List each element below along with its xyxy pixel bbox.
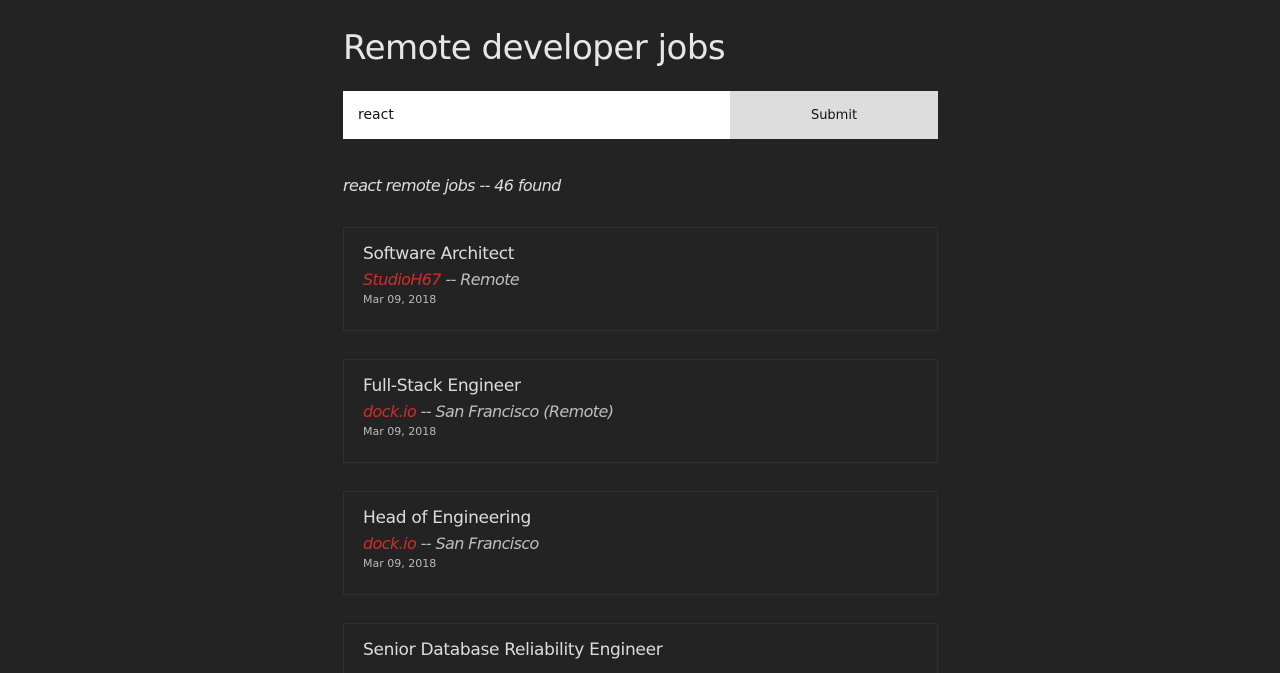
job-meta: StudioH67 -- Remote xyxy=(363,270,520,289)
company-link[interactable]: StudioH67 xyxy=(363,270,442,289)
meta-separator: -- xyxy=(416,534,436,553)
job-card: Software Architect StudioH67 -- Remote M… xyxy=(343,227,938,331)
company-link[interactable]: dock.io xyxy=(363,534,417,553)
meta-separator: -- xyxy=(440,270,461,289)
page-title: Remote developer jobs xyxy=(343,28,726,68)
job-title: Full-Stack Engineer xyxy=(363,376,521,396)
meta-separator: -- xyxy=(416,402,436,421)
job-date: Mar 09, 2018 xyxy=(363,557,437,570)
job-card: Head of Engineering dock.io -- San Franc… xyxy=(343,491,938,595)
job-card: Full-Stack Engineer dock.io -- San Franc… xyxy=(343,359,938,463)
job-card: Senior Database Reliability Engineer xyxy=(343,623,938,673)
search-input[interactable] xyxy=(343,91,730,139)
job-date: Mar 09, 2018 xyxy=(363,293,437,306)
job-location: Remote xyxy=(460,270,520,289)
job-location: San Francisco (Remote) xyxy=(435,402,614,421)
job-location: San Francisco xyxy=(435,534,539,553)
job-title: Head of Engineering xyxy=(363,508,531,528)
job-title: Senior Database Reliability Engineer xyxy=(363,640,663,660)
company-link[interactable]: dock.io xyxy=(363,402,417,421)
search-form: Submit xyxy=(343,91,938,139)
job-title: Software Architect xyxy=(363,244,515,264)
job-meta: dock.io -- San Francisco (Remote) xyxy=(363,402,614,421)
job-meta: dock.io -- San Francisco xyxy=(363,534,539,553)
submit-button[interactable]: Submit xyxy=(730,91,938,139)
job-date: Mar 09, 2018 xyxy=(363,425,437,438)
results-summary: react remote jobs -- 46 found xyxy=(343,176,561,195)
